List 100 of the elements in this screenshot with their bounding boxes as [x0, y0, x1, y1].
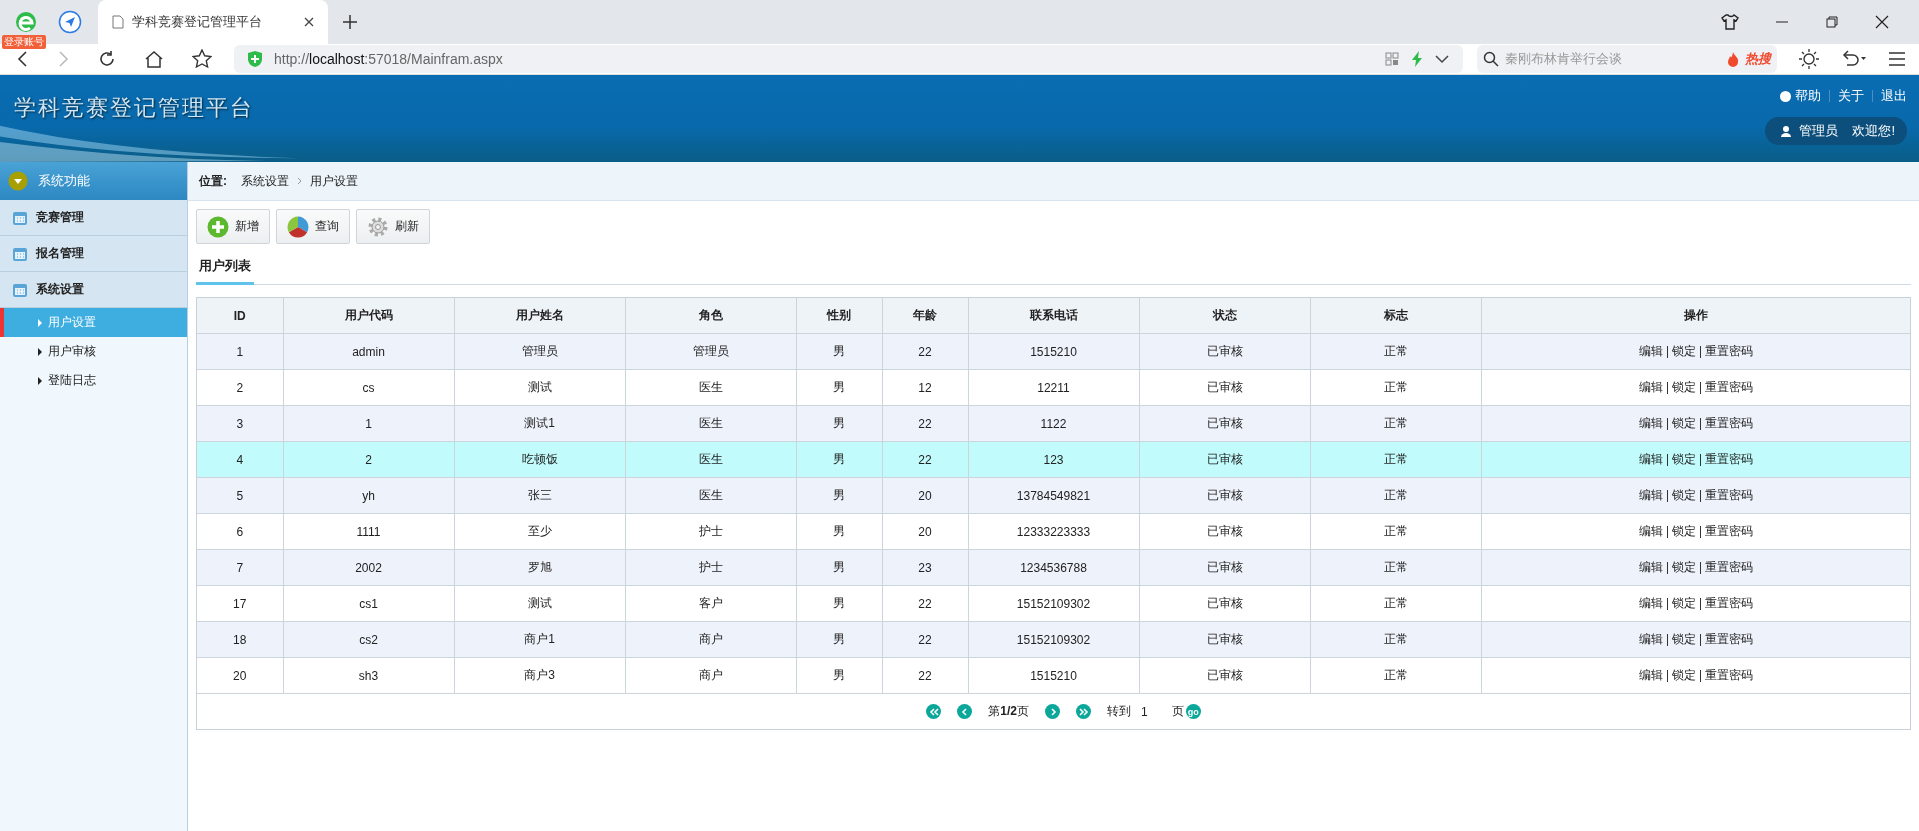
restore-icon[interactable]: [1825, 15, 1839, 29]
table-cell: 客户: [625, 585, 796, 622]
table-cell: 13784549821: [968, 477, 1139, 514]
shirt-icon[interactable]: [1721, 14, 1739, 30]
action-link[interactable]: 编辑: [1638, 380, 1663, 394]
table-cell: 张三: [454, 477, 625, 514]
calendar-icon: [12, 281, 28, 298]
reload-icon[interactable]: [98, 50, 116, 68]
sidebar-title: 系统功能: [38, 172, 90, 190]
table-cell: yh: [283, 477, 454, 514]
table-cell: 罗旭: [454, 549, 625, 586]
action-link[interactable]: 编辑: [1638, 524, 1663, 538]
brightness-icon[interactable]: [1799, 49, 1819, 69]
action-link[interactable]: 锁定: [1671, 524, 1696, 538]
breadcrumb-item[interactable]: 系统设置: [241, 172, 289, 190]
menu-group[interactable]: 竞赛管理: [0, 200, 187, 236]
header-link[interactable]: 关于: [1838, 87, 1864, 105]
table-cell: 正常: [1310, 549, 1481, 586]
plus-circle-icon: [207, 215, 229, 238]
breadcrumb-item[interactable]: 用户设置: [310, 172, 358, 190]
table-cell: sh3: [283, 657, 454, 694]
menu-icon[interactable]: [1889, 52, 1905, 66]
action-link[interactable]: 重置密码: [1704, 452, 1753, 466]
navigation-icon[interactable]: [58, 10, 82, 34]
table-cell: 商户: [625, 621, 796, 658]
header-link[interactable]: 帮助: [1780, 87, 1821, 105]
back-icon[interactable]: [16, 51, 30, 67]
undo-icon[interactable]: [1841, 50, 1867, 68]
table-cell: 1: [283, 405, 454, 442]
action-link[interactable]: 编辑: [1638, 632, 1663, 646]
action-link[interactable]: 重置密码: [1704, 416, 1753, 430]
action-link[interactable]: 锁定: [1671, 488, 1696, 502]
new-tab-icon[interactable]: [342, 14, 358, 30]
chevron-down-icon[interactable]: [1435, 54, 1449, 64]
table-cell: 2002: [283, 549, 454, 586]
table-cell: 已审核: [1139, 657, 1310, 694]
action-link[interactable]: 编辑: [1638, 596, 1663, 610]
calendar-icon: [12, 209, 28, 226]
action-link[interactable]: 锁定: [1671, 560, 1696, 574]
toolbar-button[interactable]: 新增: [196, 209, 270, 244]
table-cell: 2: [197, 369, 283, 406]
column-header: 用户代码: [283, 298, 454, 334]
action-link[interactable]: 锁定: [1671, 380, 1696, 394]
close-tab-icon[interactable]: [304, 17, 314, 27]
first-page-button[interactable]: [926, 704, 942, 719]
table-cell: 已审核: [1139, 405, 1310, 442]
last-page-button[interactable]: [1076, 704, 1091, 719]
action-link[interactable]: 重置密码: [1704, 488, 1753, 502]
action-link[interactable]: 重置密码: [1704, 560, 1753, 574]
header-link[interactable]: 退出: [1881, 87, 1907, 105]
menu-group[interactable]: 系统设置: [0, 272, 187, 308]
menu-item[interactable]: 登陆日志: [0, 366, 187, 395]
page-input[interactable]: 1: [1141, 704, 1148, 719]
action-link[interactable]: 锁定: [1671, 668, 1696, 682]
action-link[interactable]: 编辑: [1638, 488, 1663, 502]
action-link[interactable]: 锁定: [1671, 452, 1696, 466]
column-header: 操作: [1481, 298, 1910, 334]
toolbar-button[interactable]: 刷新: [356, 209, 430, 244]
table-cell: 18: [197, 621, 283, 658]
breadcrumb-label: 位置:: [199, 172, 227, 190]
table-cell: 正常: [1310, 585, 1481, 622]
action-link[interactable]: 编辑: [1638, 416, 1663, 430]
action-link[interactable]: 重置密码: [1704, 632, 1753, 646]
action-link[interactable]: 锁定: [1671, 344, 1696, 358]
close-icon[interactable]: [1875, 15, 1889, 29]
action-link[interactable]: 重置密码: [1704, 596, 1753, 610]
table-cell: 商户1: [454, 621, 625, 658]
address-field[interactable]: http://localhost:57018/Mainfram.aspx: [234, 45, 1463, 73]
column-header: 角色: [625, 298, 796, 334]
action-link[interactable]: 锁定: [1671, 632, 1696, 646]
previous-page-button[interactable]: [957, 704, 973, 719]
menu-group[interactable]: 报名管理: [0, 236, 187, 272]
star-icon[interactable]: [192, 49, 212, 69]
action-link[interactable]: 重置密码: [1704, 524, 1753, 538]
table-cell: 7: [197, 549, 283, 586]
table-cell: 1: [197, 333, 283, 370]
menu-item[interactable]: 用户审核: [0, 337, 187, 366]
table-cell: 1515210: [968, 657, 1139, 694]
toolbar-button[interactable]: 查询: [276, 209, 350, 244]
action-link[interactable]: 编辑: [1638, 668, 1663, 682]
home-icon[interactable]: [144, 50, 164, 68]
action-link[interactable]: 锁定: [1671, 596, 1696, 610]
list-tab[interactable]: 用户列表: [196, 257, 254, 285]
action-link[interactable]: 重置密码: [1704, 668, 1753, 682]
column-header: ID: [197, 298, 283, 334]
action-link[interactable]: 编辑: [1638, 452, 1663, 466]
table-cell: cs: [283, 369, 454, 406]
column-header: 性别: [796, 298, 882, 334]
qr-code-icon[interactable]: [1385, 52, 1399, 66]
table-cell: 正常: [1310, 333, 1481, 370]
next-page-button[interactable]: [1045, 704, 1060, 719]
action-link[interactable]: 重置密码: [1704, 344, 1753, 358]
action-link[interactable]: 编辑: [1638, 560, 1663, 574]
table-cell: 22: [882, 585, 968, 622]
action-link[interactable]: 重置密码: [1704, 380, 1753, 394]
shield-icon: [248, 51, 262, 67]
chevron-right-icon: [297, 177, 302, 185]
browser-tab[interactable]: 学科竞赛登记管理平台: [98, 0, 328, 44]
action-link[interactable]: 编辑: [1638, 344, 1663, 358]
action-link[interactable]: 锁定: [1671, 416, 1696, 430]
